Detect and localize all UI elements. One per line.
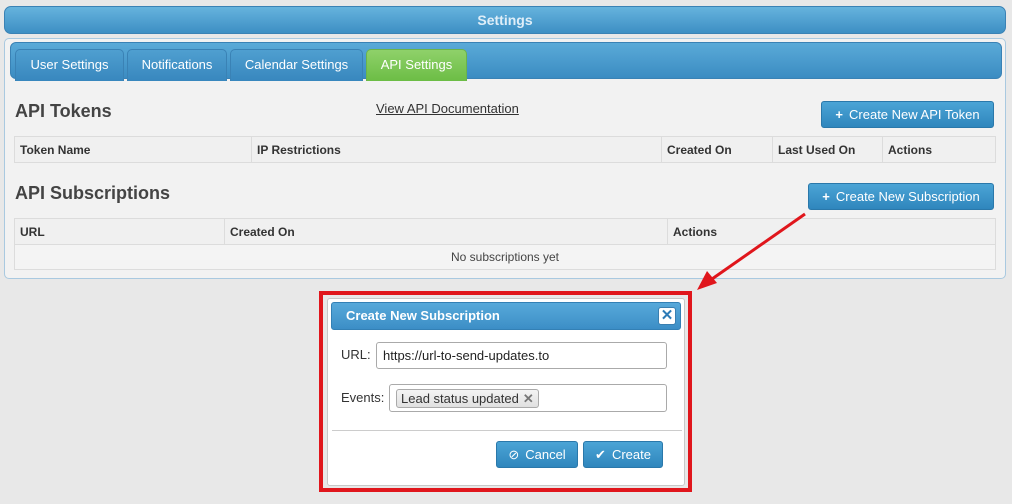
url-label: URL: <box>341 347 371 362</box>
cancel-icon: ⊘ <box>508 447 520 462</box>
dialog-title: Create New Subscription <box>346 308 500 323</box>
events-field[interactable]: Lead status updated ✕ <box>389 384 667 412</box>
create-subscription-dialog: Create New Subscription ✕ URL: https://u… <box>327 298 685 486</box>
dialog-divider <box>332 430 682 431</box>
url-value: https://url-to-send-updates.to <box>383 348 550 363</box>
url-field[interactable]: https://url-to-send-updates.to <box>376 342 667 369</box>
checkmark-icon: ✔ <box>595 447 606 462</box>
cancel-button[interactable]: ⊘ Cancel <box>496 441 578 468</box>
create-label: Create <box>611 447 651 462</box>
event-chip: Lead status updated ✕ <box>396 389 539 408</box>
create-button[interactable]: ✔ Create <box>583 441 663 468</box>
event-chip-label: Lead status updated <box>401 391 519 406</box>
events-label: Events: <box>341 390 385 405</box>
close-icon[interactable]: ✕ <box>658 307 676 325</box>
remove-chip-icon[interactable]: ✕ <box>523 391 534 406</box>
cancel-label: Cancel <box>525 447 566 462</box>
dialog-title-bar: Create New Subscription ✕ <box>331 302 681 330</box>
